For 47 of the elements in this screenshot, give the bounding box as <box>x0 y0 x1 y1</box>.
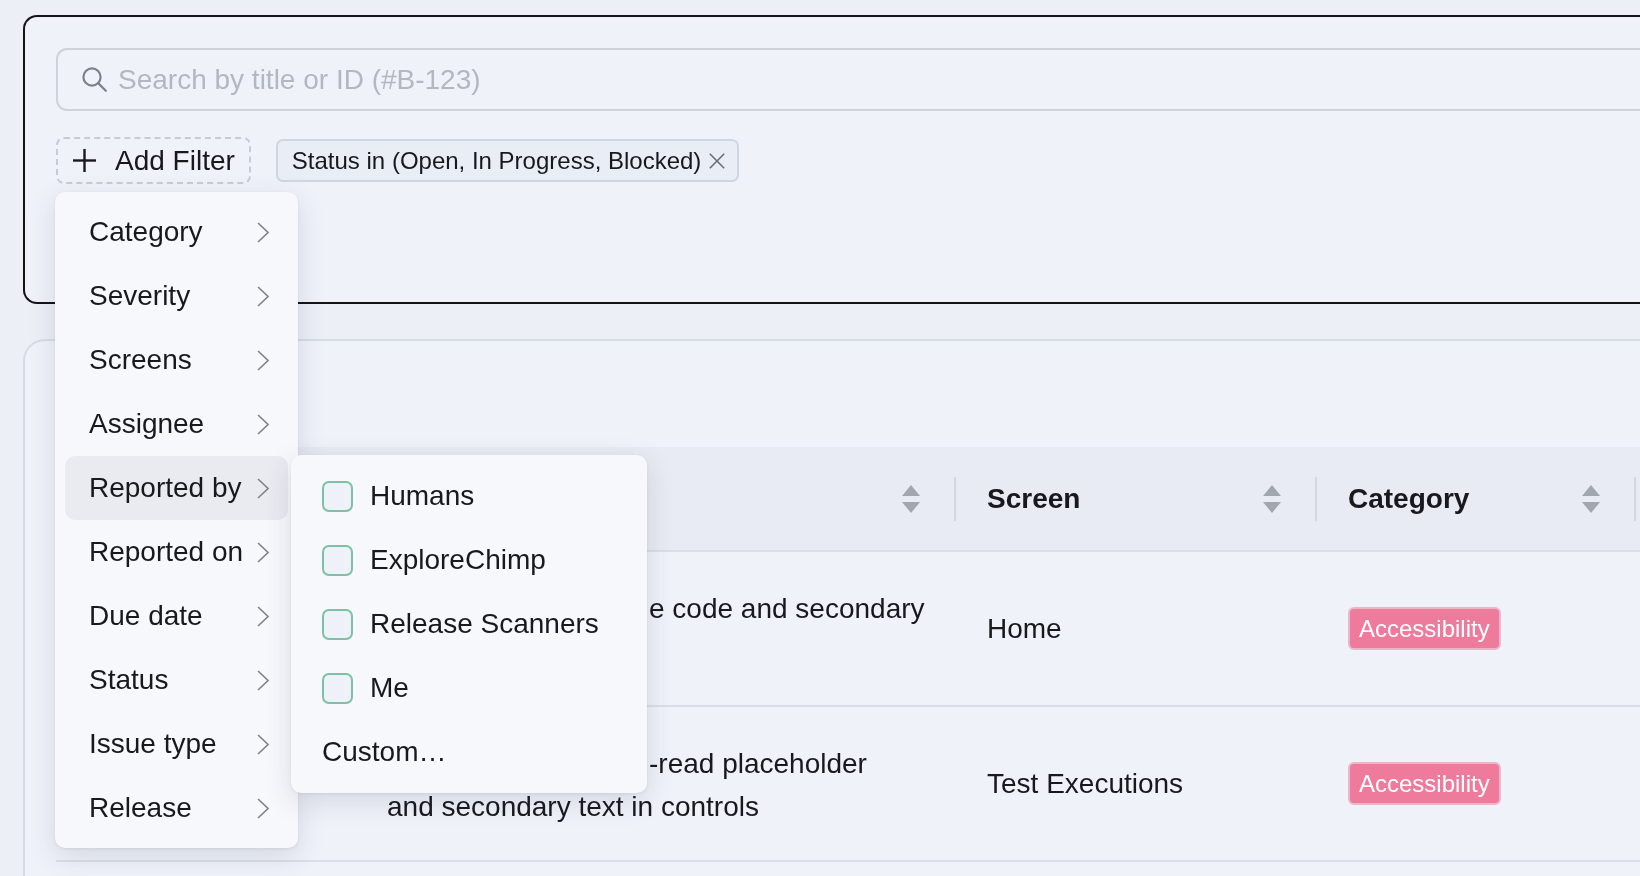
category-tag: Accessibility <box>1348 607 1501 650</box>
chevron-right-icon <box>257 733 269 755</box>
menu-item[interactable]: Screens <box>65 328 288 392</box>
menu-option[interactable]: Me <box>291 656 647 720</box>
issue-title: e code and secondary <box>649 592 925 626</box>
chevron-right-icon <box>257 605 269 627</box>
column-header[interactable]: Category <box>1317 447 1634 550</box>
issue-title: -read placeholder <box>649 747 867 781</box>
checkbox[interactable] <box>322 608 353 640</box>
column-header[interactable]: Screen <box>956 447 1315 550</box>
category-tag: Accessibility <box>1348 762 1501 805</box>
screen-name: Test Executions <box>987 767 1184 800</box>
chevron-right-icon <box>257 413 269 435</box>
checkbox[interactable] <box>322 672 353 704</box>
chevron-right-icon <box>257 541 269 563</box>
plus-icon <box>73 149 96 172</box>
search-field[interactable]: Search by title or ID (#B-123) <box>56 48 1640 111</box>
issue-title: and secondary text in controls <box>387 790 759 824</box>
chevron-right-icon <box>257 349 269 371</box>
menu-item[interactable]: Issue type <box>65 712 288 776</box>
menu-item[interactable]: Reported by <box>65 456 288 520</box>
screen-name: Home <box>987 612 1062 645</box>
menu-item[interactable]: Reported on <box>65 520 288 584</box>
chevron-right-icon <box>257 477 269 499</box>
menu-item[interactable]: Release <box>65 776 288 840</box>
menu-item[interactable]: Assignee <box>65 392 288 456</box>
sort-icon[interactable] <box>902 484 920 513</box>
checkbox[interactable] <box>322 544 353 576</box>
chevron-right-icon <box>257 797 269 819</box>
filter-chip[interactable]: Status in (Open, In Progress, Blocked) <box>275 139 740 182</box>
checkbox[interactable] <box>322 480 353 512</box>
chevron-right-icon <box>257 285 269 307</box>
search-icon <box>82 67 107 92</box>
custom-option[interactable]: Custom… <box>322 720 447 784</box>
add-filter-button[interactable]: Add Filter <box>56 137 251 184</box>
sort-icon[interactable] <box>1582 484 1600 513</box>
menu-item[interactable]: Severity <box>65 264 288 328</box>
menu-option[interactable]: Humans <box>291 464 647 528</box>
close-icon[interactable] <box>709 152 726 169</box>
menu-item[interactable]: Category <box>65 200 288 264</box>
chevron-right-icon <box>257 221 269 243</box>
menu-option[interactable]: Release Scanners <box>291 592 647 656</box>
menu-item[interactable]: Status <box>65 648 288 712</box>
chevron-right-icon <box>257 669 269 691</box>
menu-option[interactable]: ExploreChimp <box>291 528 647 592</box>
menu-item[interactable]: Due date <box>65 584 288 648</box>
sort-icon[interactable] <box>1263 484 1281 513</box>
